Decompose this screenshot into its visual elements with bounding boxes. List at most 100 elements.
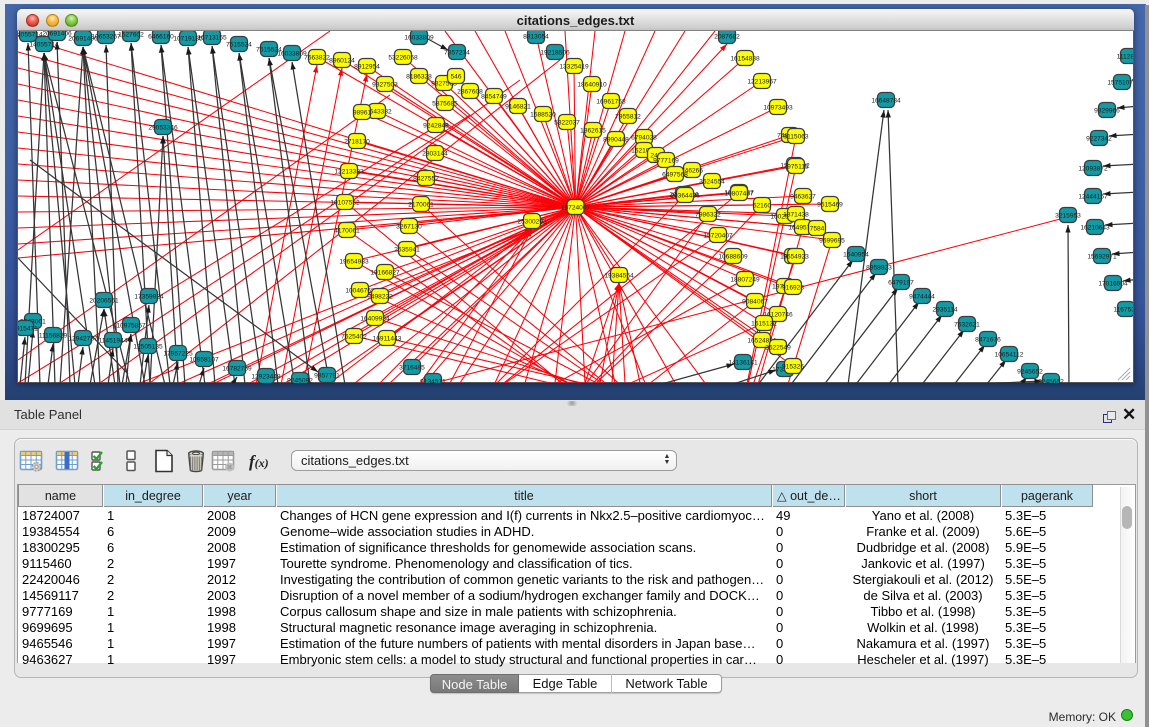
svg-text:1527602: 1527602 (118, 31, 144, 38)
svg-text:20206551: 20206551 (89, 297, 119, 304)
svg-text:15720407: 15720407 (703, 232, 733, 239)
svg-text:16210643: 16210643 (1080, 224, 1110, 231)
svg-text:3624554: 3624554 (699, 178, 725, 185)
svg-text:8471676: 8471676 (975, 336, 1001, 343)
svg-text:10107552: 10107552 (330, 199, 360, 206)
svg-text:16033809: 16033809 (277, 50, 307, 57)
svg-text:9134571: 9134571 (420, 378, 446, 383)
svg-text:16911443: 16911443 (373, 335, 402, 342)
svg-text:1640954: 1640954 (843, 251, 869, 258)
svg-text:9777169: 9777169 (653, 157, 679, 164)
svg-text:6479197: 6479197 (888, 279, 914, 286)
svg-text:9146821: 9146821 (505, 103, 531, 110)
svg-text:10653267: 10653267 (91, 33, 121, 40)
svg-text:915326: 915326 (782, 363, 804, 370)
svg-text:3915471: 3915471 (18, 325, 38, 332)
svg-text:10688609: 10688609 (718, 253, 748, 260)
svg-text:9084067: 9084067 (742, 298, 768, 305)
svg-text:17016504: 17016504 (1098, 280, 1128, 287)
svg-text:6466160: 6466160 (148, 33, 174, 40)
svg-text:18640910: 18640910 (577, 81, 607, 88)
svg-text:4170061: 4170061 (334, 227, 360, 234)
svg-text:18724007: 18724007 (561, 204, 591, 211)
svg-text:11156829: 11156829 (39, 332, 68, 339)
svg-text:8813054: 8813054 (523, 33, 549, 40)
svg-text:12093872: 12093872 (1078, 165, 1108, 172)
svg-text:9654923: 9654923 (783, 253, 809, 260)
svg-text:16154838: 16154838 (730, 55, 760, 62)
svg-text:9242848: 9242848 (423, 122, 449, 129)
svg-text:15692971: 15692971 (1087, 253, 1117, 260)
svg-text:8912954: 8912954 (354, 63, 380, 70)
svg-text:8427552: 8427552 (413, 175, 439, 182)
svg-text:13325419: 13325419 (559, 63, 589, 70)
svg-text:9498222: 9498222 (367, 293, 393, 300)
svg-text:15751074: 15751074 (1107, 79, 1133, 86)
svg-text:2522549: 2522549 (765, 344, 791, 351)
svg-text:2803144: 2803144 (422, 150, 448, 157)
svg-text:3215953: 3215953 (1055, 212, 1081, 219)
svg-text:5875685: 5875685 (432, 100, 458, 107)
svg-text:9515469: 9515469 (817, 201, 843, 208)
svg-text:9245092: 9245092 (287, 377, 313, 383)
svg-text:12505135: 12505135 (133, 343, 163, 350)
svg-text:9227342: 9227342 (1086, 135, 1112, 142)
svg-text:1588520: 1588520 (530, 111, 556, 118)
svg-text:10807487: 10807487 (724, 190, 754, 197)
svg-text:16033809: 16033809 (404, 34, 434, 41)
svg-text:9245652: 9245652 (1017, 368, 1043, 375)
svg-text:8186328: 8186328 (406, 73, 432, 80)
svg-text:98961: 98961 (353, 109, 372, 116)
svg-text:12942737: 12942737 (68, 335, 98, 342)
svg-text:9115063: 9115063 (783, 133, 809, 140)
svg-text:9699695: 9699695 (819, 237, 845, 244)
svg-text:1167537: 1167537 (1113, 306, 1133, 313)
svg-text:12213967: 12213967 (747, 78, 777, 85)
svg-text:18807249: 18807249 (730, 276, 760, 283)
svg-text:9474444: 9474444 (909, 293, 935, 300)
svg-text:7632621: 7632621 (954, 321, 980, 328)
svg-text:19654983: 19654983 (339, 258, 369, 265)
svg-text:7986322: 7986322 (695, 211, 721, 218)
svg-text:25300293: 25300293 (517, 218, 547, 225)
svg-text:1362615: 1362615 (580, 127, 606, 134)
svg-text:16961758: 16961758 (596, 98, 626, 105)
svg-text:14055714: 14055714 (29, 41, 59, 48)
svg-text:2718170: 2718170 (344, 138, 370, 145)
svg-text:6497568: 6497568 (662, 171, 688, 178)
svg-text:19218506: 19218506 (540, 49, 570, 56)
svg-text:1871438: 1871438 (783, 211, 809, 218)
svg-text:8454749: 8454749 (481, 93, 507, 100)
svg-text:16782759: 16782759 (222, 365, 252, 372)
svg-text:7515524: 7515524 (226, 41, 252, 48)
svg-text:9857791: 9857791 (314, 372, 340, 379)
svg-text:10958107: 10958107 (189, 356, 219, 363)
svg-text:2975115: 2975115 (783, 163, 809, 170)
svg-text:6794028: 6794028 (631, 134, 657, 141)
svg-text:7955812: 7955812 (615, 113, 641, 120)
svg-text:14136141: 14136141 (728, 359, 758, 366)
svg-text:3267130: 3267130 (396, 223, 422, 230)
svg-text:8960124: 8960124 (329, 57, 355, 64)
svg-text:9329966: 9329966 (1094, 107, 1120, 114)
svg-text:20364436: 20364436 (670, 192, 700, 199)
svg-text:8958923: 8958923 (866, 264, 892, 271)
svg-text:5322037: 5322037 (554, 119, 580, 126)
svg-text:9327503: 9327503 (372, 81, 398, 88)
svg-text:9463627: 9463627 (790, 193, 816, 200)
svg-text:7625402: 7625402 (341, 333, 367, 340)
svg-text:12213383: 12213383 (334, 168, 364, 175)
svg-text:1112847: 1112847 (1117, 53, 1133, 60)
svg-text:8990448: 8990448 (603, 136, 629, 143)
svg-text:10975857: 10975857 (116, 322, 146, 329)
svg-text:7584: 7584 (810, 225, 825, 232)
svg-text:2935114: 2935114 (932, 306, 958, 313)
svg-text:1615132: 1615132 (751, 320, 777, 327)
svg-text:916928: 916928 (782, 284, 804, 291)
svg-text:10654112: 10654112 (995, 351, 1024, 358)
svg-text:12923448: 12923448 (251, 373, 281, 380)
svg-text:2535941: 2535941 (394, 246, 420, 253)
svg-text:17359924: 17359924 (134, 293, 164, 300)
svg-text:29053346: 29053346 (148, 124, 178, 131)
svg-text:7357274: 7357274 (444, 49, 470, 56)
